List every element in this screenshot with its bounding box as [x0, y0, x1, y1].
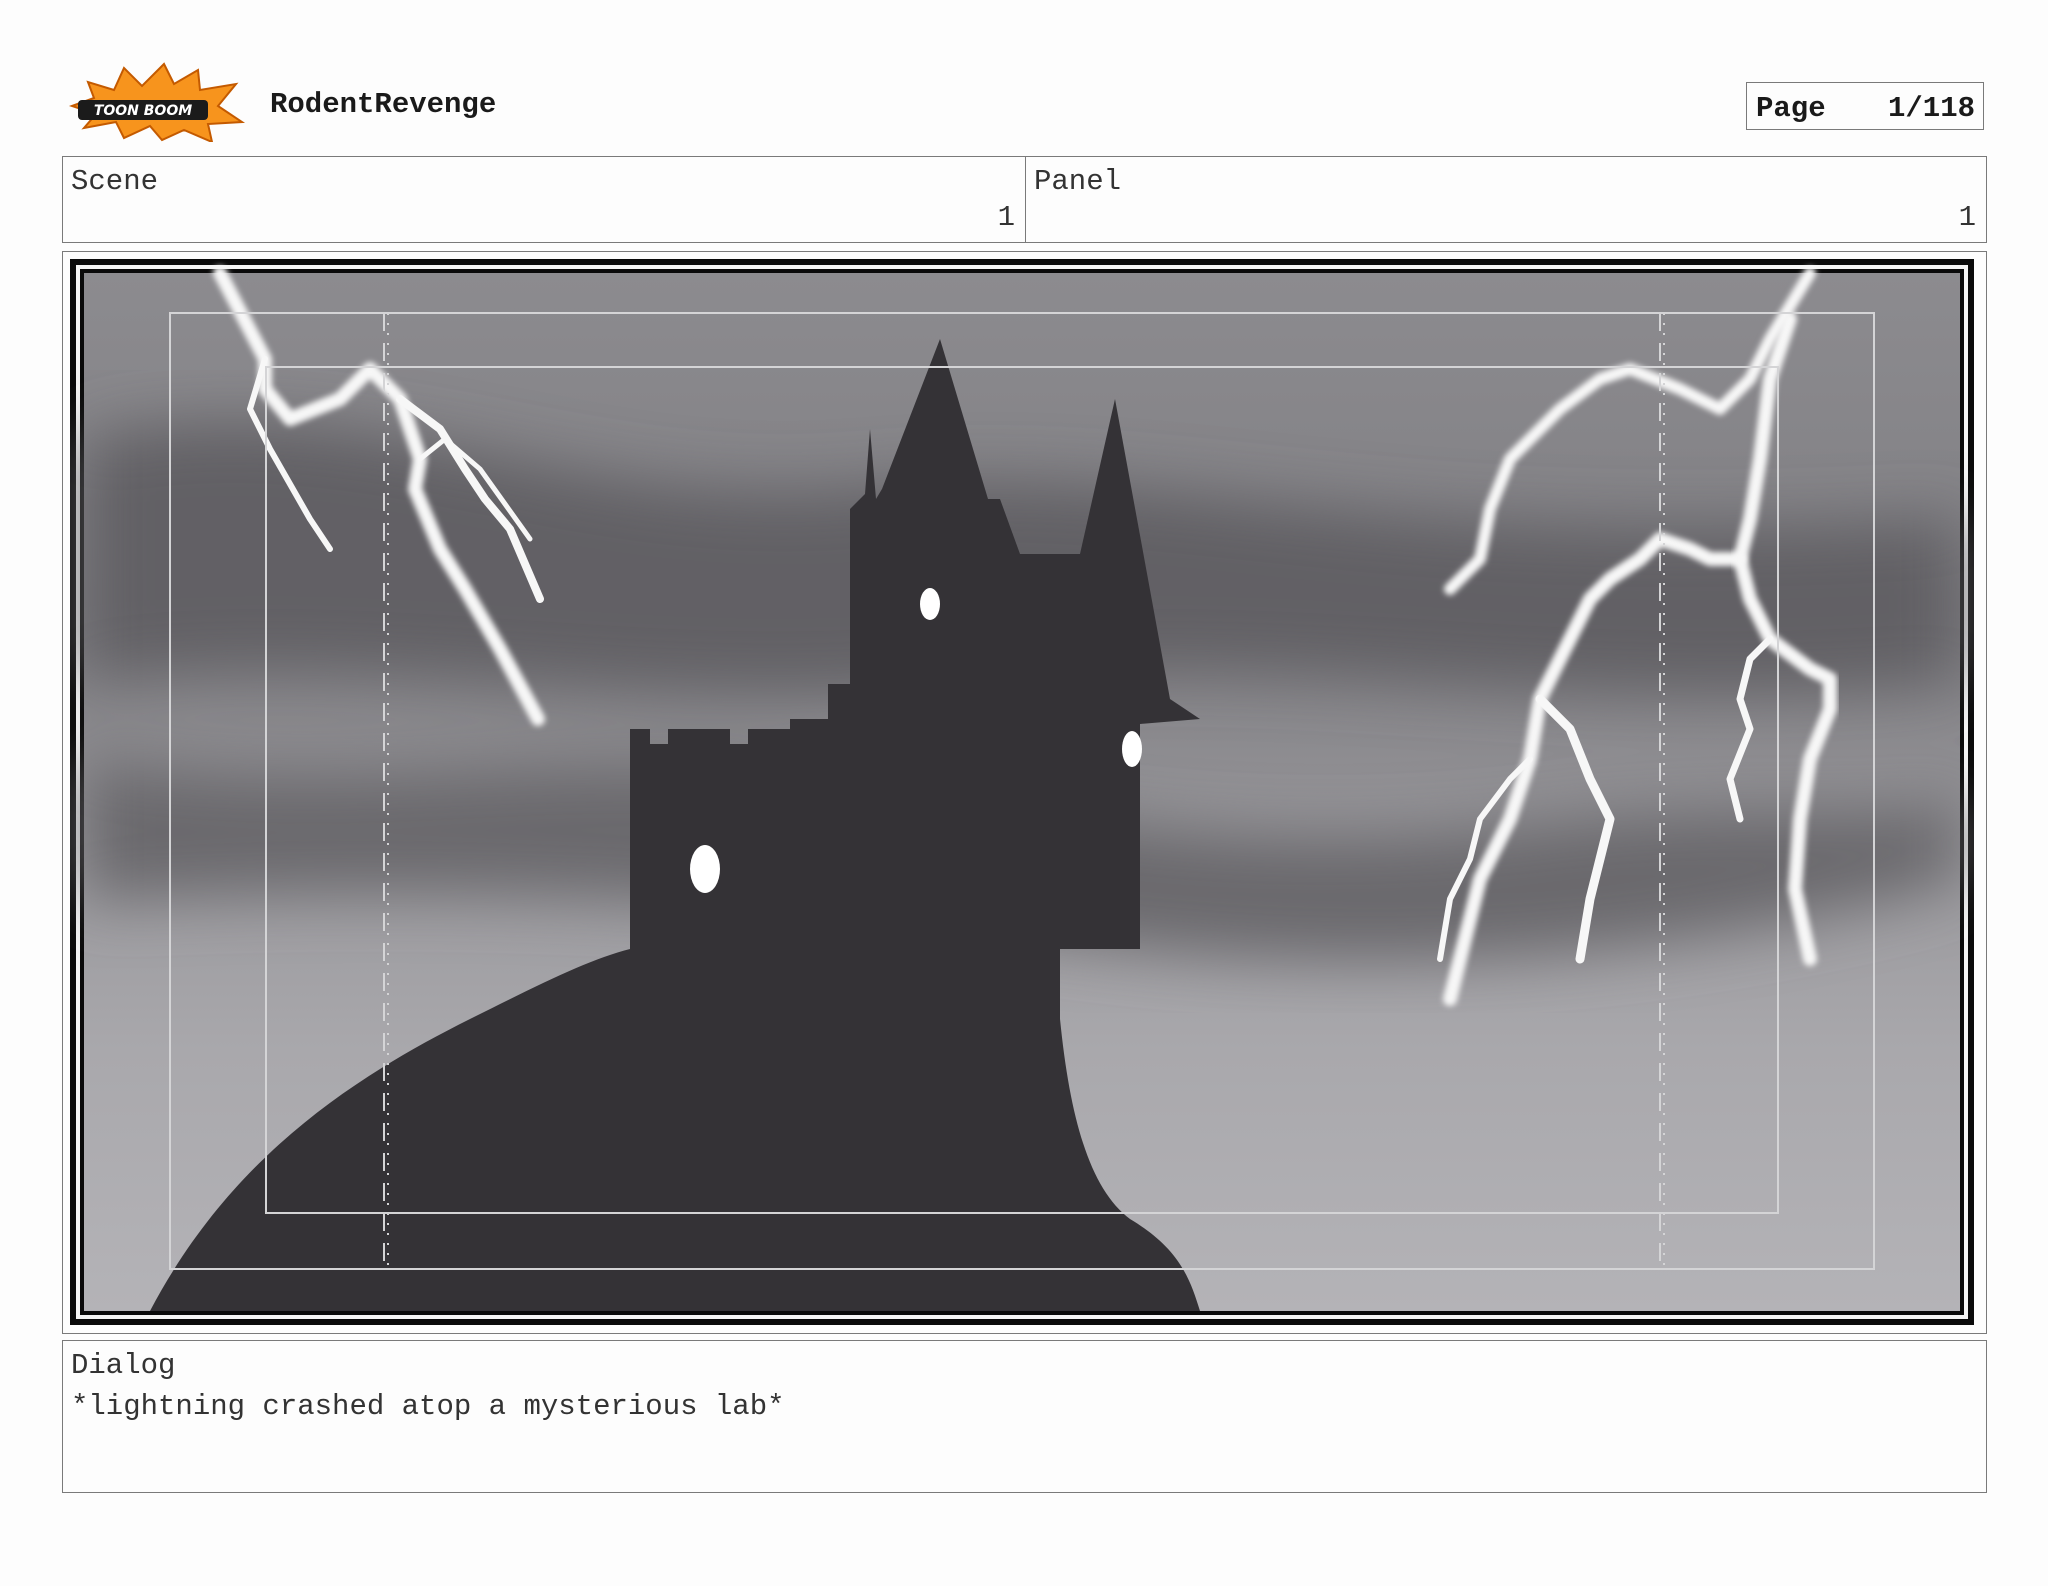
dialog-box: Dialog *lightning crashed atop a mysteri…	[62, 1340, 1987, 1493]
scene-cell: Scene 1	[63, 157, 1026, 242]
logo-wordmark: TOON BOOM	[94, 103, 192, 119]
scene-label: Scene	[71, 165, 159, 198]
page-label: Page	[1756, 92, 1826, 125]
scene-number: 1	[997, 201, 1015, 234]
panel-cell: Panel 1	[1026, 157, 1986, 242]
page-number: 1/118	[1887, 92, 1975, 125]
storyboard-panel-image	[70, 259, 1974, 1325]
panel-label: Panel	[1034, 165, 1122, 198]
castle-window	[1122, 731, 1142, 767]
toon-boom-logo: TOON BOOM	[68, 62, 246, 142]
project-title: RodentRevenge	[270, 88, 497, 121]
dialog-text: *lightning crashed atop a mysterious lab…	[71, 1390, 785, 1423]
scene-panel-row: Scene 1 Panel 1	[62, 156, 1987, 243]
castle-window	[690, 845, 720, 893]
castle-window	[920, 588, 940, 620]
dialog-label: Dialog	[71, 1349, 176, 1382]
page-indicator: Page 1/118	[1746, 82, 1984, 130]
panel-number: 1	[1958, 201, 1976, 234]
